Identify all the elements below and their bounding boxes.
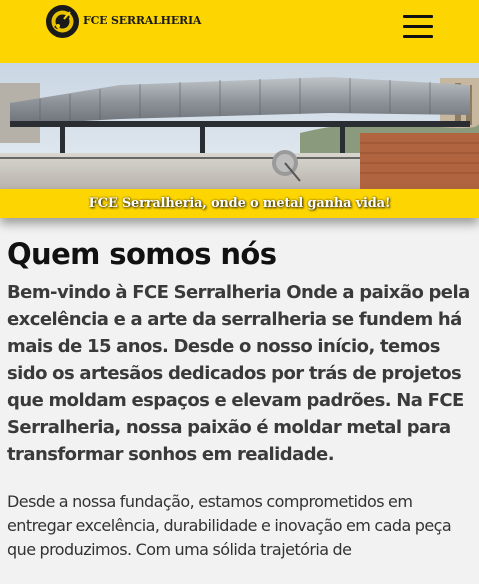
top-navbar: FCE SERRALHERIA: [0, 0, 479, 63]
gear-welding-logo-icon: [46, 5, 79, 38]
hero-caption-bar: FCE Serralheria, onde o metal ganha vida…: [0, 189, 479, 218]
about-section: Quem somos nós Bem-vindo à FCE Serralher…: [7, 234, 473, 562]
hero-caption: FCE Serralheria, onde o metal ganha vida…: [88, 196, 391, 211]
brand-logo[interactable]: FCE SERRALHERIA: [46, 5, 201, 38]
page-title: Quem somos nós: [7, 237, 277, 271]
about-lead-paragraph: Bem-vindo à FCE Serralheria Onde a paixã…: [7, 282, 470, 465]
about-body-paragraph: Desde a nossa fundação, estamos comprome…: [7, 492, 452, 559]
hamburger-menu-icon[interactable]: [403, 15, 433, 39]
brand-name: FCE SERRALHERIA: [83, 13, 202, 27]
hero-image: [0, 63, 479, 189]
